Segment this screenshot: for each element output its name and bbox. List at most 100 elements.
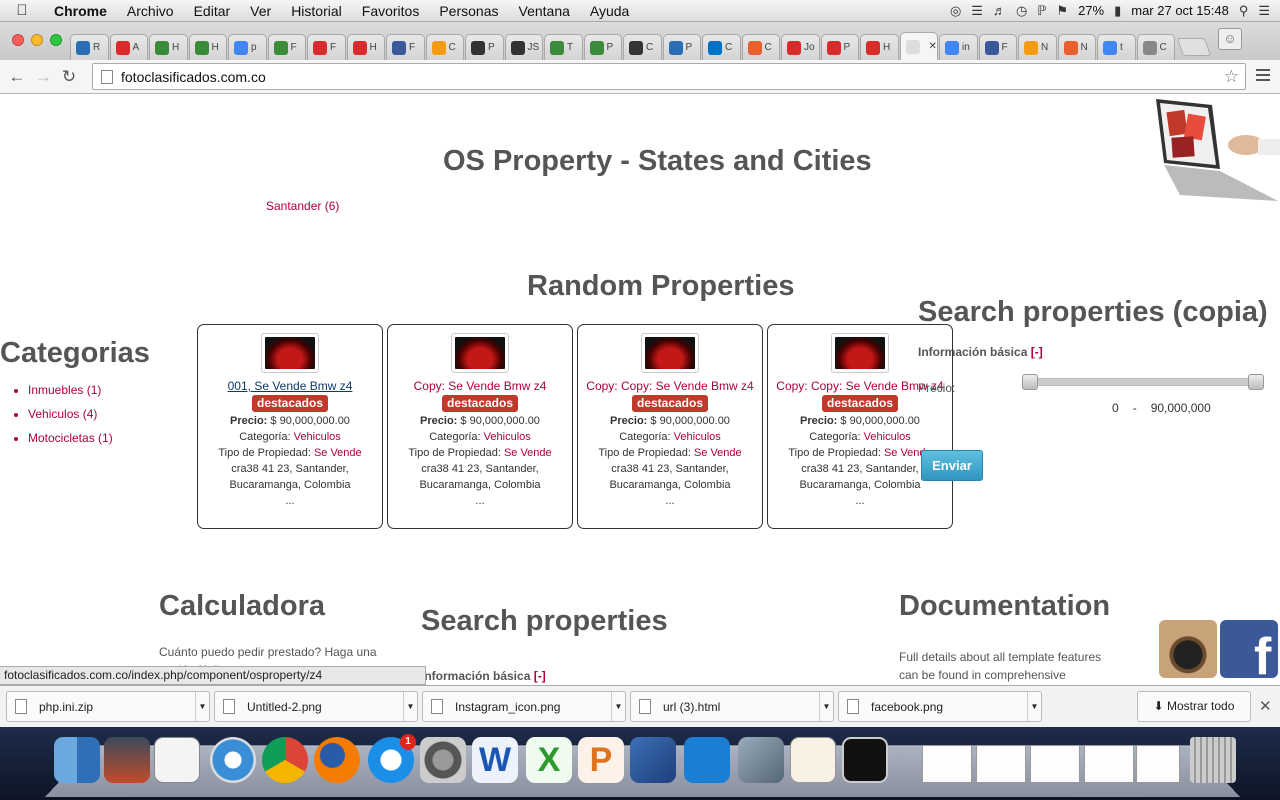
category-link[interactable]: Vehiculos xyxy=(674,431,721,443)
system-preferences-icon[interactable] xyxy=(420,737,466,783)
category-link-motocicletas[interactable]: Motocicletas (1) xyxy=(28,431,113,445)
textedit-icon[interactable] xyxy=(790,737,836,783)
minimized-window-thumbnail[interactable] xyxy=(1084,745,1134,783)
notification-center-icon[interactable]: ☰ xyxy=(1258,3,1270,19)
browser-tab[interactable]: C xyxy=(741,34,780,60)
download-menu-caret-icon[interactable]: ▼ xyxy=(819,692,833,721)
type-link[interactable]: Se Vende xyxy=(314,447,362,459)
browser-tab[interactable]: H xyxy=(346,34,385,60)
battery-percent[interactable]: 27% xyxy=(1078,3,1104,18)
property-thumbnail[interactable] xyxy=(641,333,699,373)
close-tab-icon[interactable]: ✕ xyxy=(929,41,937,52)
download-menu-caret-icon[interactable]: ▼ xyxy=(195,692,209,721)
minimize-window-icon[interactable] xyxy=(31,34,43,46)
enviar-button[interactable]: Enviar xyxy=(921,450,983,481)
skype-icon[interactable]: ◎ xyxy=(950,3,961,19)
download-menu-caret-icon[interactable]: ▼ xyxy=(611,692,625,721)
battery-icon[interactable]: ▮ xyxy=(1114,3,1121,19)
menu-favoritos[interactable]: Favoritos xyxy=(352,3,430,19)
photo-booth-icon[interactable] xyxy=(104,737,150,783)
time-machine-icon[interactable]: ◷ xyxy=(1016,3,1027,19)
safari-icon[interactable] xyxy=(210,737,256,783)
browser-tab[interactable]: H xyxy=(860,34,899,60)
bookmark-star-icon[interactable]: ☆ xyxy=(1224,67,1239,87)
type-link[interactable]: Se Vende xyxy=(694,447,742,459)
word-icon[interactable]: W xyxy=(472,737,518,783)
menu-ver[interactable]: Ver xyxy=(240,3,281,19)
minimized-window-thumbnail[interactable] xyxy=(1030,745,1080,783)
category-item[interactable]: Vehiculos (4) xyxy=(28,407,208,421)
property-card[interactable]: Copy: Se Vende Bmw z4 destacados Precio: $… xyxy=(387,324,573,529)
download-menu-caret-icon[interactable]: ▼ xyxy=(403,692,417,721)
property-card[interactable]: 001, Se Vende Bmw z4 destacados Precio: $ … xyxy=(197,324,383,529)
download-item[interactable]: url (3).html ▼ xyxy=(630,691,834,722)
browser-tab[interactable]: P xyxy=(583,34,622,60)
minimized-window-thumbnail[interactable] xyxy=(1136,745,1180,783)
browser-tab[interactable]: A xyxy=(109,34,148,60)
firefox-icon[interactable] xyxy=(314,737,360,783)
browser-tab[interactable]: JS xyxy=(504,34,543,60)
price-range-slider[interactable] xyxy=(1022,374,1264,390)
address-url[interactable]: fotoclasificados.com.co xyxy=(121,69,266,85)
chrome-menu-icon[interactable] xyxy=(1256,69,1270,84)
category-item[interactable]: Motocicletas (1) xyxy=(28,431,208,445)
menu-personas[interactable]: Personas xyxy=(429,3,508,19)
reminders-icon[interactable] xyxy=(154,737,200,783)
search-basic-info-toggle[interactable]: [-] xyxy=(534,669,546,683)
property-title-link[interactable]: Copy: Se Vende Bmw z4 xyxy=(388,378,572,394)
category-link[interactable]: Vehiculos xyxy=(294,431,341,443)
browser-tab[interactable]: C xyxy=(1136,34,1175,60)
slider-max-handle[interactable] xyxy=(1248,374,1264,390)
facebook-icon[interactable]: f xyxy=(1220,620,1278,685)
powerpoint-icon[interactable]: P xyxy=(578,737,624,783)
menu-archivo[interactable]: Archivo xyxy=(117,3,184,19)
property-thumbnail[interactable] xyxy=(261,333,319,373)
forward-arrow-icon[interactable]: → xyxy=(30,67,56,87)
new-tab-button[interactable] xyxy=(1176,38,1212,56)
menu-historial[interactable]: Historial xyxy=(281,3,352,19)
property-card[interactable]: Copy: Copy: Se Vende Bmw z4 destacados Pre… xyxy=(577,324,763,529)
browser-tab[interactable]: H xyxy=(188,34,227,60)
virtualbox-icon[interactable] xyxy=(630,737,676,783)
type-link[interactable]: Se Vende xyxy=(504,447,552,459)
apple-menu-icon[interactable]:  xyxy=(0,2,44,19)
zoom-window-icon[interactable] xyxy=(50,34,62,46)
download-item[interactable]: Instagram_icon.png ▼ xyxy=(422,691,626,722)
volume-icon[interactable]: ♬ xyxy=(993,3,1006,18)
wifi-icon[interactable]: ☰ xyxy=(971,3,983,19)
iphoto-icon[interactable] xyxy=(738,737,784,783)
browser-tab[interactable]: F xyxy=(267,34,306,60)
browser-tab[interactable]: H xyxy=(149,34,188,60)
screen-thumbnail-icon[interactable] xyxy=(842,737,888,783)
minimized-window-thumbnail[interactable] xyxy=(922,745,972,783)
close-window-icon[interactable] xyxy=(12,34,24,46)
browser-tab[interactable]: in xyxy=(939,34,978,60)
chrome-icon[interactable] xyxy=(262,737,308,783)
browser-tab[interactable]: P xyxy=(820,34,859,60)
state-link-santander[interactable]: Santander (6) xyxy=(266,199,339,213)
spotlight-search-icon[interactable]: ⚲ xyxy=(1239,3,1249,19)
property-title-link[interactable]: 001, Se Vende Bmw z4 xyxy=(198,378,382,394)
category-link-inmuebles[interactable]: Inmuebles (1) xyxy=(28,383,101,397)
download-menu-caret-icon[interactable]: ▼ xyxy=(1027,692,1041,721)
download-item[interactable]: php.ini.zip ▼ xyxy=(6,691,210,722)
show-all-downloads-button[interactable]: ⬇ Mostrar todo xyxy=(1137,691,1251,722)
category-link[interactable]: Vehiculos xyxy=(864,431,911,443)
uk-flag-icon[interactable]: ⚑ xyxy=(1056,3,1068,19)
profile-icon[interactable]: ☺ xyxy=(1218,28,1242,50)
browser-tab[interactable]: F xyxy=(978,34,1017,60)
menu-ayuda[interactable]: Ayuda xyxy=(580,3,639,19)
category-item[interactable]: Inmuebles (1) xyxy=(28,383,208,397)
download-item[interactable]: facebook.png ▼ xyxy=(838,691,1042,722)
browser-tab[interactable]: Jo xyxy=(781,34,820,60)
address-bar[interactable]: fotoclasificados.com.co ☆ xyxy=(92,63,1246,90)
browser-tab[interactable]: P xyxy=(465,34,504,60)
browser-tab[interactable]: C xyxy=(425,34,464,60)
browser-tab[interactable]: N xyxy=(1018,34,1057,60)
browser-tab[interactable]: p xyxy=(228,34,267,60)
bluetooth-icon[interactable]: ℙ xyxy=(1037,3,1046,19)
browser-tab[interactable]: ✕ xyxy=(899,32,938,60)
trash-icon[interactable] xyxy=(1190,737,1236,783)
download-item[interactable]: Untitled-2.png ▼ xyxy=(214,691,418,722)
browser-tab[interactable]: N xyxy=(1057,34,1096,60)
